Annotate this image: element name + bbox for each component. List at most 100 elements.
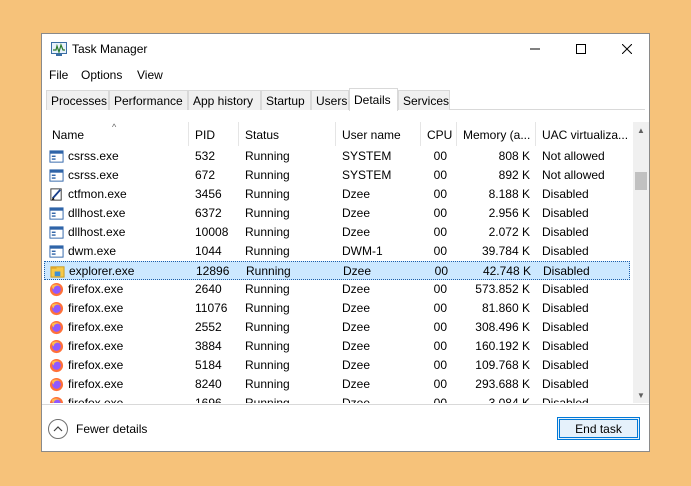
cell-memory: 808 K — [498, 149, 530, 163]
cell-memory: 42.748 K — [482, 264, 531, 278]
close-icon — [622, 44, 632, 54]
cell-cpu: 00 — [433, 320, 447, 334]
minimize-button[interactable] — [512, 34, 558, 64]
column-header-cpu[interactable]: CPU — [421, 122, 457, 146]
cell-memory: 2.072 K — [488, 225, 530, 239]
cell-pid: 8240 — [195, 377, 222, 391]
cell-uac: Disabled — [543, 264, 590, 278]
task-manager-window: Task Manager File Options View Processes… — [41, 33, 650, 452]
cell-cpu: 00 — [434, 264, 448, 278]
cell-name: firefox.exe — [68, 282, 124, 296]
cell-pid: 3456 — [195, 187, 222, 201]
column-header-user-name[interactable]: User name — [336, 122, 421, 146]
cell-pid: 3884 — [195, 339, 222, 353]
cell-cpu: 00 — [433, 225, 447, 239]
cell-name: firefox.exe — [68, 301, 124, 315]
cell-cpu: 00 — [433, 168, 447, 182]
table-row[interactable]: ctfmon.exe 3456 Running Dzee 00 8.188 K Disabl… — [44, 185, 630, 204]
scrollbar-thumb[interactable] — [635, 172, 647, 190]
column-header-status[interactable]: Status — [239, 122, 336, 146]
cell-uac: Disabled — [542, 301, 589, 315]
vertical-scrollbar[interactable]: ▲ ▼ — [633, 122, 649, 403]
cell-user-name: Dzee — [342, 187, 371, 201]
table-row[interactable]: firefox.exe 2552 Running Dzee 00 308.496 K Dis… — [44, 318, 630, 337]
tab-users[interactable]: Users — [311, 90, 349, 110]
cell-user-name: Dzee — [342, 301, 371, 315]
cell-user-name: SYSTEM — [342, 149, 392, 163]
table-row[interactable]: firefox.exe 1696 Running Dzee 00 3.084 K Disab… — [44, 394, 630, 403]
maximize-button[interactable] — [558, 34, 604, 64]
table-row[interactable]: firefox.exe 8240 Running Dzee 00 293.688 K Dis… — [44, 375, 630, 394]
cell-user-name: Dzee — [343, 264, 372, 278]
table-row[interactable]: csrss.exe 532 Running SYSTEM 00 808 K Not allo… — [44, 147, 630, 166]
menu-options[interactable]: Options — [81, 68, 122, 82]
cell-status: Running — [245, 206, 290, 220]
table-row[interactable]: dwm.exe 1044 Running DWM-1 00 39.784 K Disable… — [44, 242, 630, 261]
table-row[interactable]: firefox.exe 3884 Running Dzee 00 160.192 K Dis… — [44, 337, 630, 356]
cell-user-name: Dzee — [342, 358, 371, 372]
table-row[interactable]: firefox.exe 5184 Running Dzee 00 109.768 K Dis… — [44, 356, 630, 375]
table-row[interactable]: dllhost.exe 10008 Running Dzee 00 2.072 K Disa… — [44, 223, 630, 242]
menu-file[interactable]: File — [49, 68, 68, 82]
maximize-icon — [576, 44, 586, 54]
tab-processes[interactable]: Processes — [46, 90, 109, 110]
cell-status: Running — [246, 264, 291, 278]
cell-uac: Disabled — [542, 339, 589, 353]
cell-pid: 672 — [195, 168, 216, 182]
minimize-icon — [530, 48, 540, 50]
cell-pid: 532 — [195, 149, 216, 163]
cell-cpu: 00 — [433, 282, 447, 296]
menu-view[interactable]: View — [137, 68, 163, 82]
column-header-pid[interactable]: PID — [189, 122, 239, 146]
cell-cpu: 00 — [433, 358, 447, 372]
cell-user-name: Dzee — [342, 396, 371, 403]
cell-user-name: Dzee — [342, 225, 371, 239]
cell-name: csrss.exe — [68, 149, 119, 163]
cell-pid: 2640 — [195, 282, 222, 296]
title-bar[interactable]: Task Manager — [42, 34, 649, 64]
cell-name: firefox.exe — [68, 396, 124, 403]
table-row[interactable]: firefox.exe 2640 Running Dzee 00 573.852 K Dis… — [44, 280, 630, 299]
cell-name: ctfmon.exe — [68, 187, 127, 201]
tab-startup[interactable]: Startup — [261, 90, 311, 110]
details-table: ^ Name PID Status User name CPU Memory (… — [44, 122, 633, 403]
cell-status: Running — [245, 225, 290, 239]
tab-services[interactable]: Services — [398, 90, 450, 110]
column-header-name[interactable]: Name — [44, 122, 189, 146]
cell-uac: Disabled — [542, 244, 589, 258]
chevron-up-icon — [48, 419, 68, 439]
cell-cpu: 00 — [433, 206, 447, 220]
scroll-down-arrow-icon[interactable]: ▼ — [633, 387, 649, 403]
cell-status: Running — [245, 301, 290, 315]
cell-cpu: 00 — [433, 339, 447, 353]
cell-memory: 8.188 K — [488, 187, 530, 201]
table-row[interactable]: firefox.exe 11076 Running Dzee 00 81.860 K Dis… — [44, 299, 630, 318]
footer-bar: Fewer details End task — [42, 404, 649, 452]
cell-pid: 11076 — [195, 301, 228, 315]
scroll-up-arrow-icon[interactable]: ▲ — [633, 122, 649, 138]
cell-status: Running — [245, 244, 290, 258]
cell-name: dwm.exe — [68, 244, 117, 258]
tab-details[interactable]: Details — [349, 88, 398, 111]
cell-memory: 573.852 K — [475, 282, 530, 296]
cell-memory: 81.860 K — [481, 301, 530, 315]
cell-pid: 2552 — [195, 320, 222, 334]
column-header-memory[interactable]: Memory (a... — [457, 122, 536, 146]
fewer-details-label: Fewer details — [76, 422, 148, 436]
table-row[interactable]: csrss.exe 672 Running SYSTEM 00 892 K Not allo… — [44, 166, 630, 185]
table-row[interactable]: explorer.exe 12896 Running Dzee 00 42.748 K Di… — [44, 261, 630, 280]
cell-pid: 6372 — [195, 206, 222, 220]
cell-pid: 10008 — [195, 225, 229, 239]
cell-cpu: 00 — [433, 187, 447, 201]
close-button[interactable] — [604, 34, 650, 64]
table-row[interactable]: dllhost.exe 6372 Running Dzee 00 2.956 K Disab… — [44, 204, 630, 223]
fewer-details-toggle[interactable]: Fewer details — [48, 419, 147, 439]
tab-strip: Processes Performance App history Startu… — [46, 88, 645, 111]
cell-memory: 293.688 K — [475, 377, 530, 391]
end-task-button[interactable]: End task — [557, 417, 640, 440]
column-header-uac[interactable]: UAC virtualiza... — [536, 122, 633, 146]
tab-performance[interactable]: Performance — [109, 90, 188, 110]
cell-cpu: 00 — [433, 377, 447, 391]
cell-memory: 3.084 K — [488, 396, 530, 403]
tab-app-history[interactable]: App history — [188, 90, 261, 110]
